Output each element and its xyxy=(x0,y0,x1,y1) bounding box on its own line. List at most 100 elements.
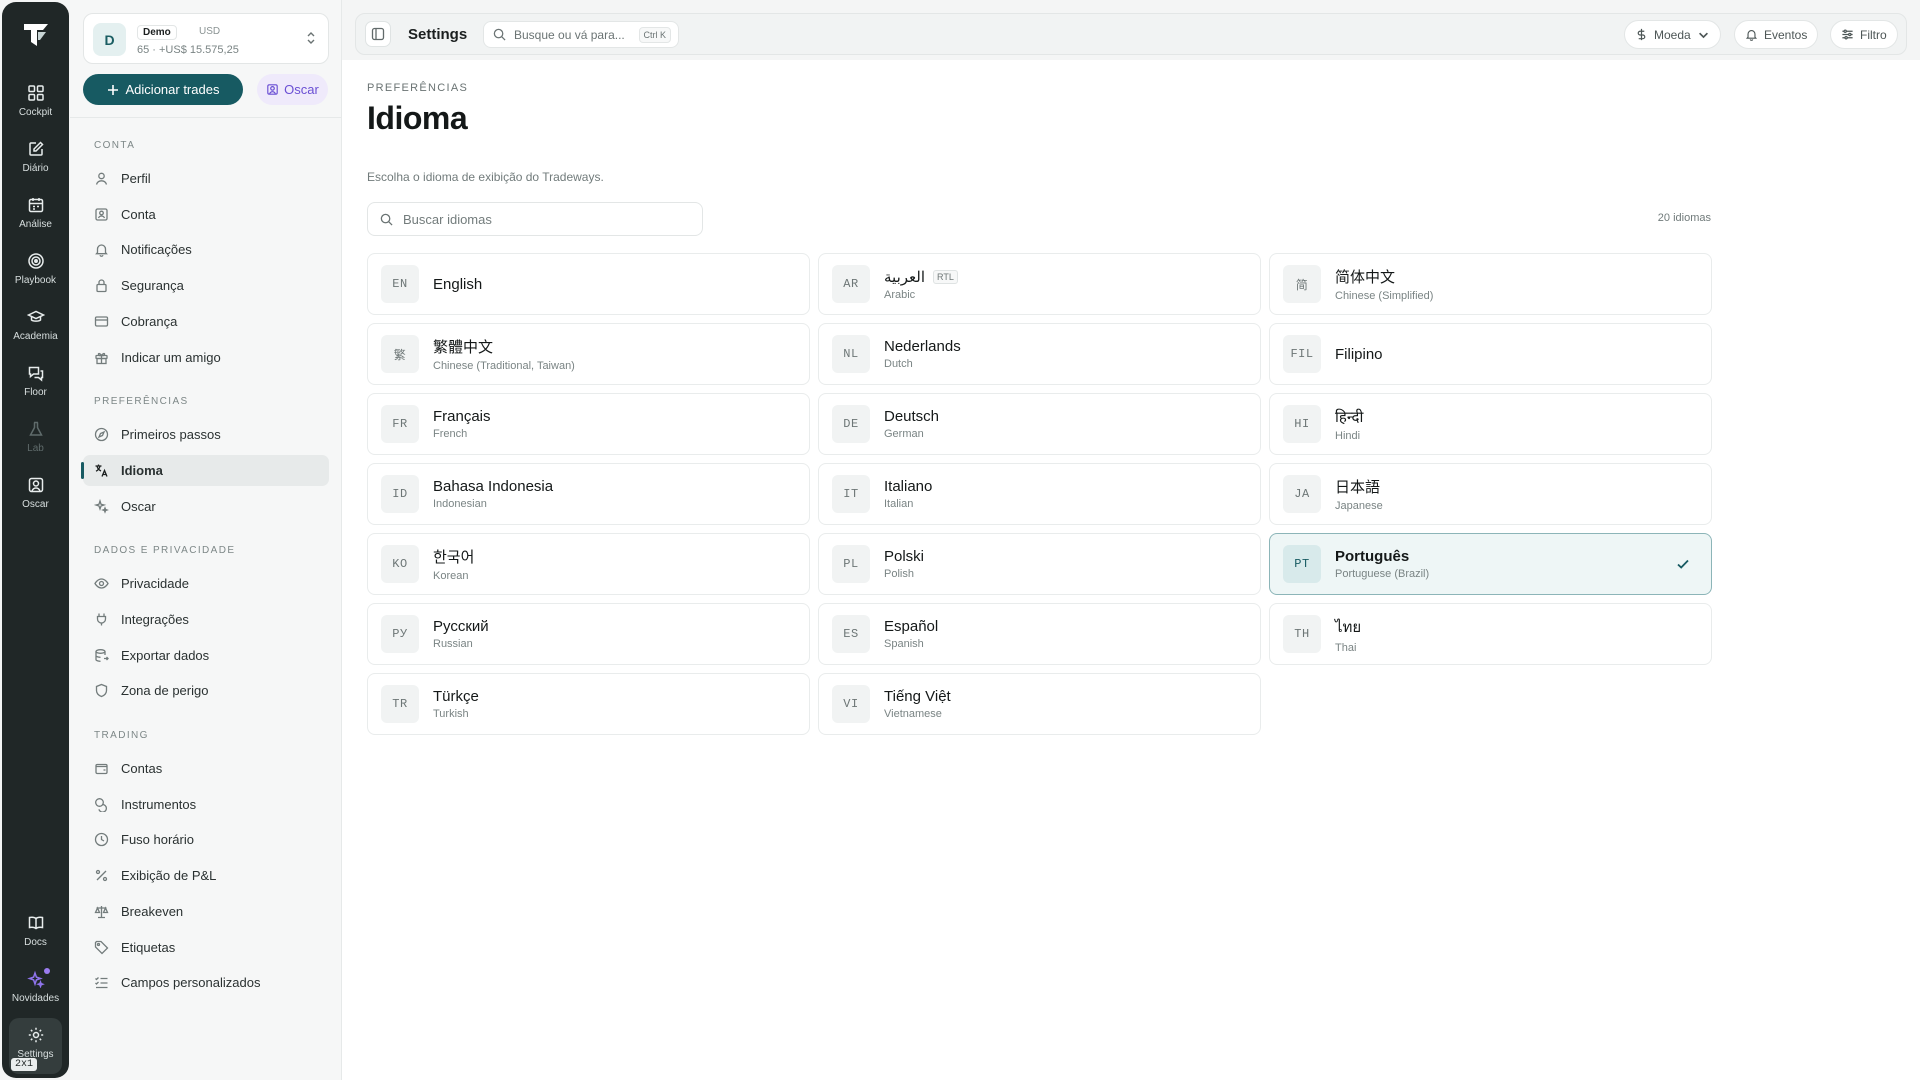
sidebar-item-fuso-horario[interactable]: Fuso horário xyxy=(83,824,329,855)
sidebar-item-idioma[interactable]: Idioma xyxy=(81,455,329,486)
language-card[interactable]: HI हिन्दी Hindi xyxy=(1269,393,1712,455)
sidebar-item-notificacoes[interactable]: Notificações xyxy=(83,234,329,265)
sidebar-item-conta[interactable]: Conta xyxy=(83,199,329,230)
sidebar-item-perfil[interactable]: Perfil xyxy=(83,163,329,194)
sidebar-item-seguranca[interactable]: Segurança xyxy=(83,270,329,301)
language-card[interactable]: FIL Filipino xyxy=(1269,323,1712,385)
tradeways-logo[interactable] xyxy=(19,18,53,52)
events-label: Eventos xyxy=(1764,27,1808,42)
language-card[interactable]: DE Deutsch German xyxy=(818,393,1261,455)
language-native-name: English xyxy=(433,275,483,293)
rail-playbook[interactable]: Playbook xyxy=(2,248,69,298)
events-button[interactable]: Eventos xyxy=(1734,20,1819,49)
sidebar-item-integracoes[interactable]: Integrações xyxy=(83,604,329,635)
language-native-name-row: Tiếng Việt xyxy=(884,688,951,705)
rail-docs[interactable]: Docs xyxy=(2,910,69,960)
language-card[interactable]: JA 日本語 Japanese xyxy=(1269,463,1712,525)
language-card[interactable]: TR Türkçe Turkish xyxy=(367,673,810,735)
language-card[interactable]: РУ Русский Russian xyxy=(367,603,810,665)
sidebar-item-exportar-dados[interactable]: Exportar dados xyxy=(83,640,329,671)
sidebar-item-instrumentos[interactable]: Instrumentos xyxy=(83,789,329,820)
language-card[interactable]: IT Italiano Italian xyxy=(818,463,1261,525)
language-english-name: Chinese (Simplified) xyxy=(1335,290,1434,302)
language-card[interactable]: FR Français French xyxy=(367,393,810,455)
sidebar-item-campos-personalizados[interactable]: Campos personalizados xyxy=(83,967,329,998)
graduation-cap-icon xyxy=(26,310,45,322)
add-trades-button[interactable]: Adicionar trades xyxy=(83,74,243,105)
language-card[interactable]: TH ไทย Thai xyxy=(1269,603,1712,665)
shortcut-hint: Ctrl K xyxy=(638,27,671,43)
sidebar-item-indicar-amigo[interactable]: Indicar um amigo xyxy=(83,342,329,373)
sidebar-item-etiquetas[interactable]: Etiquetas xyxy=(83,932,329,963)
user-square-icon xyxy=(28,477,43,493)
language-card[interactable]: KO 한국어 Korean xyxy=(367,533,810,595)
language-native-name-row: Português xyxy=(1335,548,1429,565)
language-card[interactable]: VI Tiếng Việt Vietnamese xyxy=(818,673,1261,735)
language-code: KO xyxy=(381,545,419,583)
global-search[interactable]: Busque ou vá para... Ctrl K xyxy=(483,21,679,48)
list-check-icon xyxy=(95,977,108,989)
sidebar-item-contas[interactable]: Contas xyxy=(83,753,329,784)
language-english-name: Vietnamese xyxy=(884,708,942,720)
language-names: العربية RTL Arabic xyxy=(884,268,958,301)
language-native-name-row: 日本語 xyxy=(1335,476,1383,497)
language-search[interactable] xyxy=(367,202,703,236)
sidebar-item-label: Indicar um amigo xyxy=(121,350,221,365)
page-eyebrow: PREFERÊNCIAS xyxy=(367,82,469,94)
id-card-icon xyxy=(95,208,108,221)
language-names: Español Spanish xyxy=(884,618,938,650)
language-card[interactable]: PT Português Portuguese (Brazil) xyxy=(1269,533,1712,595)
language-card[interactable]: 繁繁體中文 Chinese (Traditional, Taiwan) xyxy=(367,323,810,385)
language-card[interactable]: NL Nederlands Dutch xyxy=(818,323,1261,385)
sidebar-item-breakeven[interactable]: Breakeven xyxy=(83,896,329,927)
journal-edit-icon xyxy=(28,141,44,156)
sidebar-item-label: Exibição de P&L xyxy=(121,868,217,883)
coins-icon xyxy=(95,798,108,812)
rail-diario[interactable]: Diário xyxy=(2,136,69,186)
sidebar-item-cobranca[interactable]: Cobrança xyxy=(83,306,329,337)
language-card[interactable]: PL Polski Polish xyxy=(818,533,1261,595)
sidebar-item-oscar[interactable]: Oscar xyxy=(83,491,329,522)
language-english-name: Polish xyxy=(884,568,914,580)
rail-academia[interactable]: Academia xyxy=(2,304,69,354)
oscar-button[interactable]: Oscar xyxy=(257,74,328,105)
sidebar-item-label: Idioma xyxy=(121,463,163,478)
sidebar-item-exibicao-pl[interactable]: Exibição de P&L xyxy=(83,860,329,891)
target-icon xyxy=(27,253,44,269)
language-english-name: Korean xyxy=(433,570,469,582)
rail-floor[interactable]: Floor xyxy=(2,360,69,410)
language-native-name: 繁體中文 xyxy=(433,339,494,356)
language-card[interactable]: ES Español Spanish xyxy=(818,603,1261,665)
sidebar-item-privacidade[interactable]: Privacidade xyxy=(83,568,329,599)
language-card[interactable]: ID Bahasa Indonesia Indonesian xyxy=(367,463,810,525)
scale-icon xyxy=(94,906,109,919)
language-card[interactable]: EN English xyxy=(367,253,810,315)
language-card[interactable]: AR العربية RTL Arabic xyxy=(818,253,1261,315)
chat-icon xyxy=(28,366,43,382)
language-native-name-row: Bahasa Indonesia xyxy=(433,478,553,495)
language-english-name: Turkish xyxy=(433,708,469,720)
rail-oscar[interactable]: Oscar xyxy=(2,472,69,522)
filter-button[interactable]: Filtro xyxy=(1830,20,1898,49)
sidebar-toggle-button[interactable] xyxy=(365,21,391,47)
language-native-name-row: 한국어 xyxy=(433,546,474,567)
rail-novidades[interactable]: Novidades xyxy=(2,966,69,1016)
account-avatar: D xyxy=(93,23,126,56)
rtl-badge: RTL xyxy=(933,269,958,284)
rail-analise[interactable]: Análise xyxy=(2,192,69,242)
language-native-name: Polski xyxy=(884,548,925,565)
rail-label: Lab xyxy=(27,443,44,454)
language-search-input[interactable] xyxy=(403,211,693,227)
language-count: 20 idiomas xyxy=(1657,212,1711,224)
account-switcher[interactable]: D Demo USD 65 · +US$ 15.575,25 xyxy=(83,13,329,64)
language-english-name: Indonesian xyxy=(433,498,487,510)
wallet-icon xyxy=(95,763,108,775)
sidebar-item-zona-perigo[interactable]: Zona de perigo xyxy=(83,675,329,706)
rail-cockpit[interactable]: Cockpit xyxy=(2,80,69,130)
sidebar-item-primeiros-passos[interactable]: Primeiros passos xyxy=(83,419,329,450)
language-card[interactable]: 简简体中文 Chinese (Simplified) xyxy=(1269,253,1712,315)
currency-button[interactable]: Moeda xyxy=(1624,20,1721,49)
section-title-conta: CONTA xyxy=(94,140,136,151)
flask-icon xyxy=(28,421,43,436)
rail-lab[interactable]: Lab xyxy=(2,416,69,466)
